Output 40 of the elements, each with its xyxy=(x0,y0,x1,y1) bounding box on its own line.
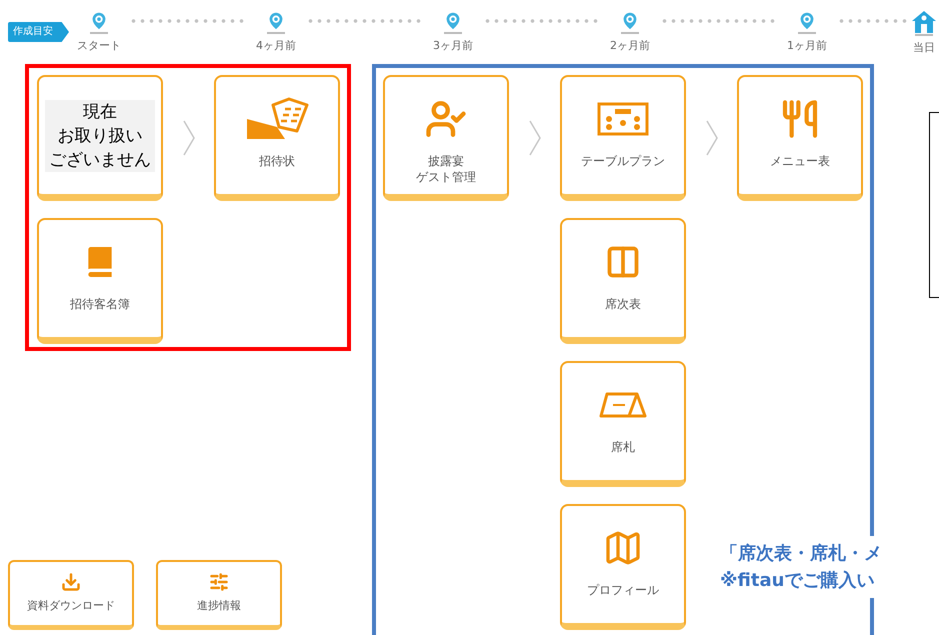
menu-card[interactable]: 招待状 xyxy=(214,75,340,201)
card-label: テーブルプラン xyxy=(581,153,665,169)
milestone-label: 2ヶ月前 xyxy=(610,38,650,54)
milestone-label: 当日 xyxy=(913,40,935,56)
schedule-badge: 作成目安 xyxy=(8,22,69,42)
user-check-icon xyxy=(425,98,467,140)
card-label: 席札 xyxy=(611,439,635,455)
menu-card[interactable]: 席札 xyxy=(560,361,686,487)
note-text: ※fitauでご購入い xyxy=(720,569,876,593)
download-icon xyxy=(61,572,81,592)
tool-button[interactable]: 進捗情報 xyxy=(156,560,282,630)
menu-card[interactable]: テーブルプラン xyxy=(560,75,686,201)
note-text: 「席次表・席札・メ xyxy=(720,542,882,566)
tent-card-icon xyxy=(599,391,647,419)
menu-card[interactable]: 席次表 xyxy=(560,218,686,344)
menu-card[interactable]: プロフィール xyxy=(560,504,686,630)
table-plan-icon xyxy=(597,102,649,136)
menu-card[interactable]: 現在 お取り扱い ございません xyxy=(37,75,163,201)
menu-card[interactable]: 招待客名簿 xyxy=(37,218,163,344)
card-label: メニュー表 xyxy=(770,153,830,169)
unavailable-notice: 現在 お取り扱い ございません xyxy=(45,100,155,172)
card-label: 招待客名簿 xyxy=(70,296,130,312)
chevron-icon xyxy=(182,120,194,156)
chevron-icon xyxy=(706,120,718,156)
card-label: 席次表 xyxy=(605,296,641,312)
card-label: プロフィール xyxy=(587,582,659,598)
milestone-label: 3ヶ月前 xyxy=(433,38,473,54)
folded-sheet-icon xyxy=(605,244,641,280)
card-label: 披露宴 ゲスト管理 xyxy=(416,153,476,185)
menu-card[interactable]: 披露宴 ゲスト管理 xyxy=(383,75,509,201)
card-label: 招待状 xyxy=(259,153,295,169)
milestone-label: 4ヶ月前 xyxy=(256,38,296,54)
milestone-label: スタート xyxy=(77,38,121,54)
menu-card[interactable]: メニュー表 xyxy=(737,75,863,201)
invitation-card-icon xyxy=(245,97,309,141)
chevron-icon xyxy=(528,120,540,156)
milestone-label: 1ヶ月前 xyxy=(787,38,827,54)
utensils-icon xyxy=(780,99,820,139)
sliders-icon xyxy=(209,572,229,592)
tool-button[interactable]: 資料ダウンロード xyxy=(8,560,134,630)
